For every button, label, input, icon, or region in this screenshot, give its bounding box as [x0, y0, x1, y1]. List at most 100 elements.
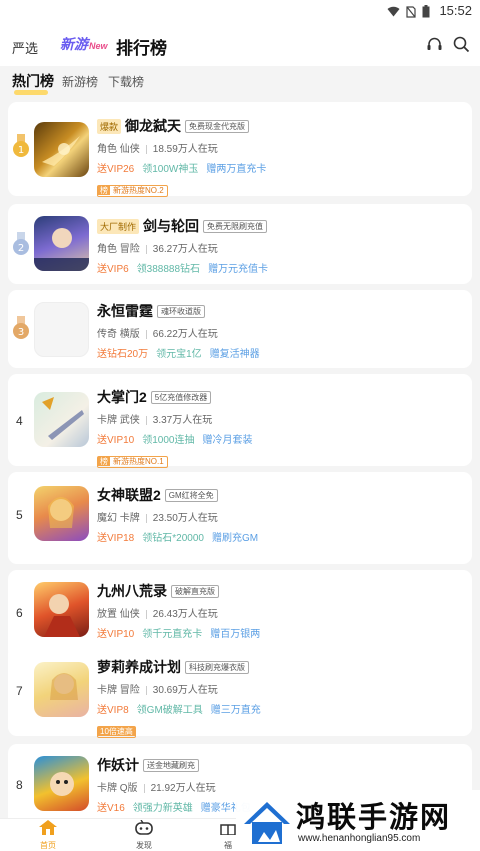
game-card[interactable]: 1 爆款 御龙弑天 免费现金代充版 角色 仙侠 18.59万人在玩 送VIP26 … — [8, 102, 472, 197]
no-sim-icon — [406, 5, 416, 18]
genre-tag: 冒险 — [119, 685, 140, 696]
new-badge: New — [89, 41, 108, 51]
genre-tag: Q版 — [119, 783, 138, 794]
genre-tag: 角色 — [97, 144, 117, 155]
game-card[interactable]: 7 萝莉养成计划 科技刷充爆衣版 卡牌 冒险 30.69万人在玩 送VIP8 领G… — [8, 644, 472, 738]
gift-2: 领1000连抽 — [142, 435, 195, 446]
genre-tag: 卡牌 — [97, 783, 117, 794]
player-count: 18.59万人在玩 — [152, 144, 218, 155]
player-count: 23.50万人在玩 — [152, 513, 218, 524]
watermark-url: www.henanhonglian95.com — [298, 833, 421, 844]
game-name: 御龙弑天 — [125, 118, 182, 134]
gift-2: 领GM破解工具 — [136, 705, 203, 716]
hot-chip-head: 榜 — [98, 457, 110, 466]
gift-2: 领钻石*20000 — [142, 533, 204, 544]
genre-tag: 传奇 — [97, 329, 117, 340]
game-badge: 破解直充版 — [171, 584, 219, 598]
hot-rank-chip-text: 新游热度NO.1 — [113, 457, 164, 466]
tab-ranking[interactable]: 排行榜 — [116, 34, 167, 59]
game-icon — [34, 122, 89, 177]
home-icon — [39, 820, 57, 835]
goddess-portrait-icon — [48, 497, 74, 528]
wifi-icon — [387, 6, 400, 17]
game-badge: 免费现金代充版 — [185, 119, 250, 133]
genre-tag: 武侠 — [119, 415, 140, 426]
gift-2: 领388888钻石 — [136, 264, 201, 275]
gift-3: 赠万元充值卡 — [208, 264, 269, 275]
tab-xinyou[interactable]: 新游New — [60, 34, 108, 54]
speed-chip-text: 10倍速高 — [98, 727, 135, 736]
game-meta: 放置 仙侠 26.43万人在玩 — [97, 605, 466, 620]
gift-2: 领100W神玉 — [142, 164, 199, 175]
genre-tag: 横版 — [119, 329, 140, 340]
gift-row: 送VIP8 领GM破解工具 赠三万直充 — [97, 701, 466, 716]
game-badge: GM红将全免 — [164, 488, 218, 502]
subtab-new[interactable]: 新游榜 — [62, 73, 98, 90]
gift-1: 送VIP18 — [97, 533, 135, 544]
subtab-hot[interactable]: 热门榜 — [12, 71, 54, 91]
game-name: 永恒雷霆 — [97, 303, 153, 319]
status-time: 15:52 — [439, 3, 472, 18]
game-icon — [34, 216, 89, 271]
rank-number: 8 — [16, 778, 23, 792]
gift-3: 赠百万银两 — [210, 629, 261, 640]
game-icon — [34, 756, 89, 811]
gift-3: 赠刷充GM — [211, 533, 259, 544]
speed-chip: 10倍速高 — [97, 726, 136, 738]
game-meta: 魔幻 卡牌 23.50万人在玩 — [97, 509, 466, 524]
player-count: 3.37万人在玩 — [152, 415, 213, 426]
gift-row: 送VIP18 领钻石*20000 赠刷充GM — [97, 529, 466, 544]
warrior-portrait-icon — [44, 594, 80, 637]
player-count: 66.22万人在玩 — [152, 329, 218, 340]
rank-number: 6 — [16, 606, 23, 620]
tab-yanxuan[interactable]: 严选 — [12, 38, 38, 57]
game-tag: 大厂制作 — [97, 218, 140, 234]
tab-xinyou-label: 新游 — [60, 36, 88, 52]
game-icon — [34, 662, 89, 717]
watermark-logo-icon — [244, 802, 290, 844]
hot-rank-chip: 榜新游热度NO.2 — [97, 185, 168, 197]
player-count: 26.43万人在玩 — [152, 609, 218, 620]
subtab-download[interactable]: 下载榜 — [108, 73, 144, 90]
game-icon-placeholder — [34, 302, 89, 357]
genre-tag: 卡牌 — [97, 415, 117, 426]
genre-tag: 魔幻 — [97, 513, 117, 524]
silver-medal-icon: 2 — [13, 232, 29, 255]
game-badge: 科技刷充爆衣版 — [185, 660, 249, 674]
game-badge: 魂环收道版 — [157, 304, 205, 318]
site-watermark: 鸿联手游网 www.henanhonglian95.com — [236, 790, 480, 851]
rank-number: 4 — [16, 414, 23, 428]
game-card[interactable]: 3 永恒雷霆 魂环收道版 传奇 横版 66.22万人在玩 送钻石20万 领元宝1亿… — [8, 290, 472, 368]
gift-3: 赠复活神器 — [209, 349, 260, 360]
genre-tag: 放置 — [97, 609, 117, 620]
nav-discover-label: 发现 — [136, 841, 152, 850]
game-icon — [34, 392, 89, 447]
rank-number: 1 — [18, 145, 24, 156]
game-badge: 免费无限刷充值 — [203, 219, 268, 233]
game-name: 剑与轮回 — [143, 218, 200, 234]
game-name: 大掌门2 — [97, 389, 147, 405]
gift-1: 送VIP10 — [97, 629, 135, 640]
player-count: 21.92万人在玩 — [150, 783, 216, 794]
search-icon[interactable] — [453, 36, 470, 53]
gift-2: 领强力新英雄 — [132, 803, 193, 814]
game-card[interactable]: 2 大厂制作 剑与轮回 免费无限刷充值 角色 冒险 36.27万人在玩 送VIP6… — [8, 204, 472, 284]
customer-service-icon[interactable] — [426, 36, 443, 53]
gift-1: 送V16 — [97, 803, 125, 814]
game-badge: 5亿充值修改器 — [150, 390, 212, 404]
gift-icon — [220, 824, 236, 836]
nav-discover[interactable]: 发现 — [114, 819, 174, 851]
gift-1: 送VIP6 — [97, 264, 129, 275]
gift-3: 赠两万直充卡 — [206, 164, 267, 175]
nav-home[interactable]: 首页 — [18, 820, 78, 851]
gift-3: 赠冷月套装 — [202, 435, 253, 446]
game-card[interactable]: 5 女神联盟2 GM红将全免 魔幻 卡牌 23.50万人在玩 送VIP18 领钻石… — [8, 472, 472, 564]
gift-row: 送VIP6 领388888钻石 赠万元充值卡 — [97, 260, 466, 275]
gamepad-icon — [135, 819, 153, 835]
rank-number: 3 — [18, 327, 24, 338]
game-card[interactable]: 4 大掌门2 5亿充值修改器 卡牌 武侠 3.37万人在玩 送VIP10 领100… — [8, 374, 472, 468]
genre-tag: 卡牌 — [97, 685, 117, 696]
genre-tag: 仙侠 — [119, 609, 140, 620]
game-meta: 卡牌 武侠 3.37万人在玩 — [97, 411, 466, 426]
dragon-icon — [42, 136, 80, 166]
